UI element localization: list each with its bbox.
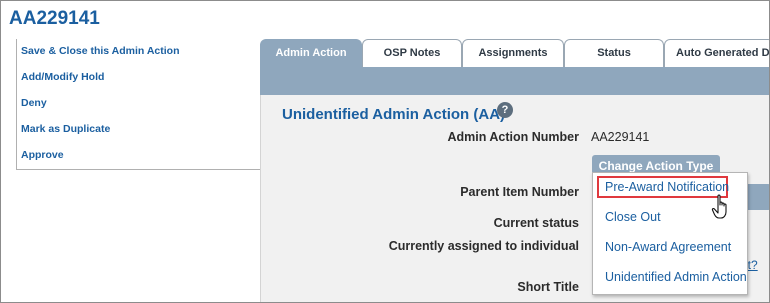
tab-auto-generated-docs[interactable]: Auto Generated Doc bbox=[664, 39, 769, 67]
dropdown-item-close-out[interactable]: Close Out bbox=[605, 210, 661, 224]
sidebar-item-approve[interactable]: Approve bbox=[21, 149, 64, 161]
tab-status[interactable]: Status bbox=[564, 39, 664, 67]
hand-cursor-icon bbox=[711, 194, 727, 219]
current-status-label: Current status bbox=[493, 216, 579, 230]
sidebar-item-deny[interactable]: Deny bbox=[21, 97, 47, 109]
sidebar-item-mark-duplicate[interactable]: Mark as Duplicate bbox=[21, 123, 110, 135]
section-heading: Unidentified Admin Action (AA) bbox=[282, 106, 506, 123]
dropdown-item-non-award-agreement[interactable]: Non-Award Agreement bbox=[605, 240, 731, 254]
dropdown-item-pre-award-notification[interactable]: Pre-Award Notification bbox=[605, 180, 729, 194]
action-type-dropdown: Pre-Award Notification Close Out Non-Awa… bbox=[592, 172, 748, 295]
sidebar-item-add-modify-hold[interactable]: Add/Modify Hold bbox=[21, 71, 104, 83]
admin-action-number-label: Admin Action Number bbox=[447, 130, 579, 144]
page-title: AA229141 bbox=[9, 8, 100, 29]
sidebar-item-save-close[interactable]: Save & Close this Admin Action bbox=[21, 45, 180, 57]
short-title-label: Short Title bbox=[517, 280, 579, 294]
parent-item-number-label: Parent Item Number bbox=[460, 185, 579, 199]
tab-osp-notes[interactable]: OSP Notes bbox=[362, 39, 462, 67]
help-icon[interactable]: ? bbox=[497, 102, 513, 118]
currently-assigned-label: Currently assigned to individual bbox=[388, 239, 579, 253]
tab-assignments[interactable]: Assignments bbox=[462, 39, 564, 67]
admin-action-window: AA229141 Save & Close this Admin Action … bbox=[0, 0, 770, 303]
dropdown-item-unidentified-admin-action[interactable]: Unidentified Admin Action bbox=[605, 270, 747, 284]
admin-action-number-value: AA229141 bbox=[591, 130, 650, 144]
sidebar-actions: Save & Close this Admin Action Add/Modif… bbox=[16, 39, 263, 170]
tab-admin-action[interactable]: Admin Action bbox=[260, 39, 362, 67]
tab-toolbar bbox=[260, 67, 769, 95]
